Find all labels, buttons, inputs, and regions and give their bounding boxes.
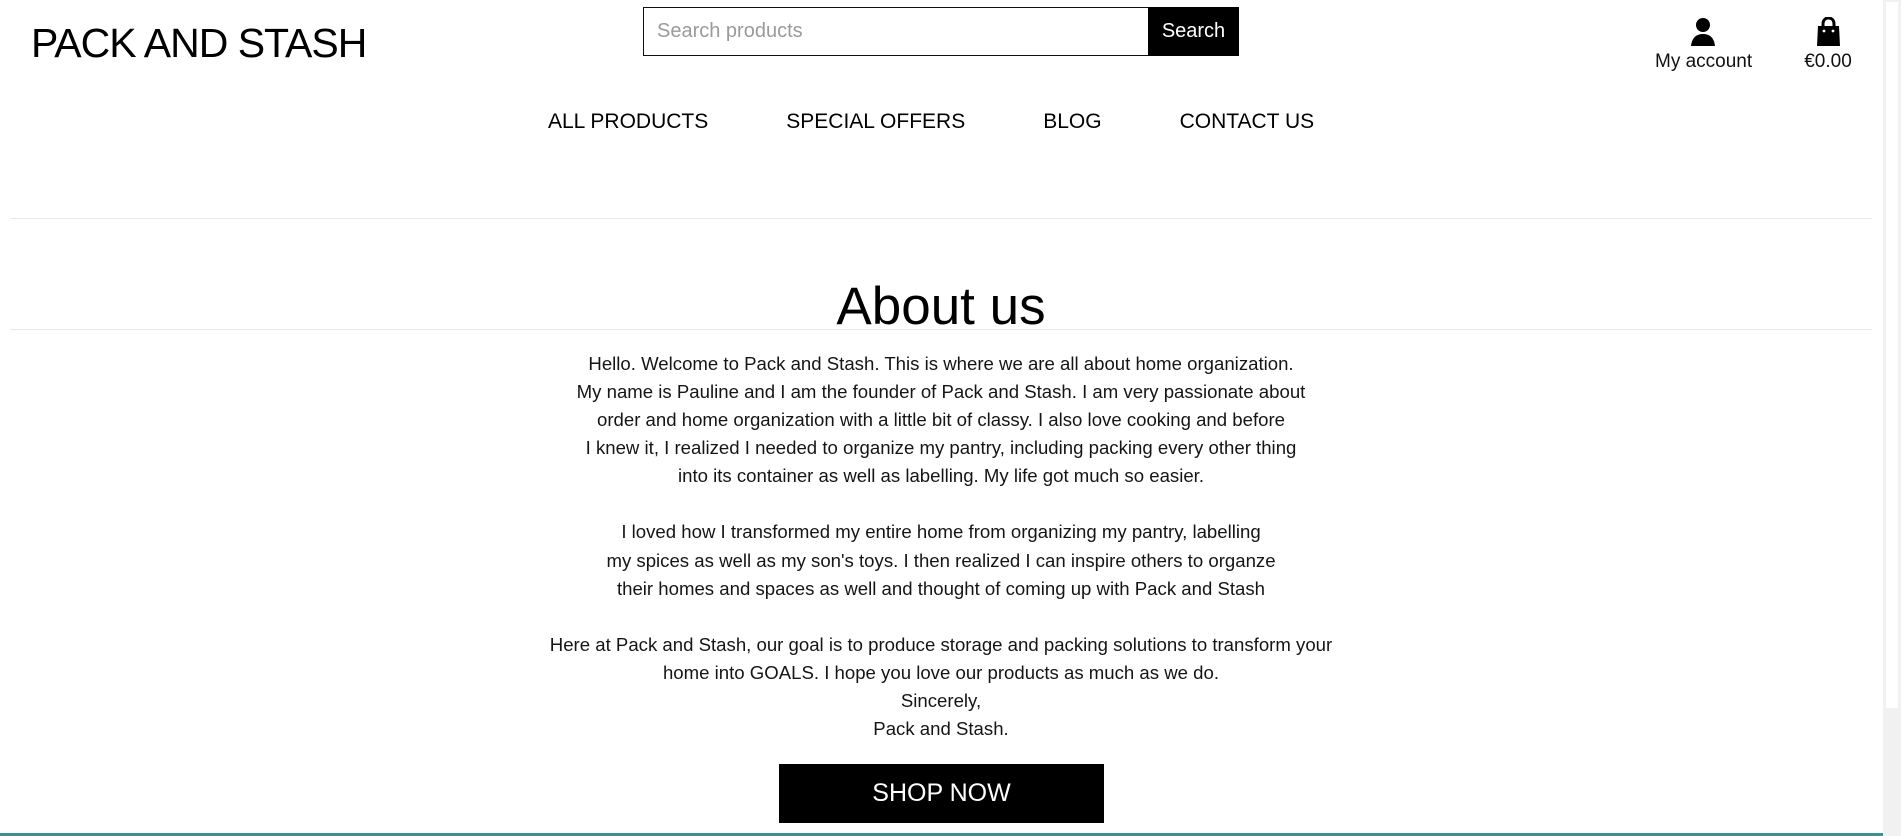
my-account-label: My account: [1655, 51, 1753, 72]
about-text-line: order and home organization with a littl…: [596, 409, 1285, 431]
store-logo[interactable]: PACK AND STASH: [31, 16, 367, 70]
top-divider: [10, 218, 1872, 219]
cart-link[interactable]: €0.00: [1802, 17, 1854, 77]
signoff-line: Sincerely,: [900, 689, 982, 711]
about-paragraph-3: Here at Pack and Stash, our goal is to p…: [541, 631, 1341, 743]
user-icon: [1691, 18, 1715, 46]
about-us-copy: Hello. Welcome to Pack and Stash. This i…: [541, 350, 1341, 771]
about-text-line: into its container as well as labelling.…: [677, 465, 1205, 487]
about-text-line: Hello. Welcome to Pack and Stash. This i…: [588, 353, 1294, 374]
signature-line: Pack and Stash.: [873, 718, 1009, 740]
about-text-line: I loved how I transformed my entire home…: [621, 521, 1261, 543]
cart-total: €0.00: [1804, 51, 1852, 72]
about-text-line: home into GOALS. I hope you love our pro…: [662, 661, 1220, 683]
vertical-scrollbar[interactable]: [1883, 0, 1901, 836]
nav-special-offers[interactable]: SPECIAL OFFERS: [786, 104, 965, 139]
nav-all-products[interactable]: ALL PRODUCTS: [548, 104, 708, 139]
shop-now-button[interactable]: SHOP NOW: [779, 764, 1104, 823]
about-text-line: My name is Pauline and I am the founder …: [576, 381, 1306, 403]
about-paragraph-2: I loved how I transformed my entire home…: [541, 518, 1341, 602]
nav-blog[interactable]: BLOG: [1043, 104, 1101, 139]
about-text-line: I knew it, I realized I needed to organi…: [585, 437, 1297, 459]
title-divider: [10, 329, 1872, 330]
about-paragraph-1: Hello. Welcome to Pack and Stash. This i…: [541, 350, 1341, 490]
about-text-line: my spices as well as my son's toys. I th…: [606, 549, 1276, 571]
about-page: PACK AND STASH Search My account €0.00 A…: [0, 0, 1901, 836]
about-text-line: their homes and spaces as well and thoug…: [616, 577, 1266, 599]
search-form: Search: [643, 7, 1239, 56]
search-input[interactable]: [643, 7, 1148, 56]
shopping-bag-icon: [1816, 17, 1840, 46]
about-text-line: Here at Pack and Stash, our goal is to p…: [549, 633, 1333, 655]
main-navigation: ALL PRODUCTS SPECIAL OFFERS BLOG CONTACT…: [548, 104, 1314, 139]
search-button[interactable]: Search: [1148, 7, 1239, 56]
nav-contact-us[interactable]: CONTACT US: [1180, 104, 1315, 139]
my-account-link[interactable]: My account: [1655, 17, 1753, 77]
scrollbar-thumb[interactable]: [1886, 2, 1898, 708]
